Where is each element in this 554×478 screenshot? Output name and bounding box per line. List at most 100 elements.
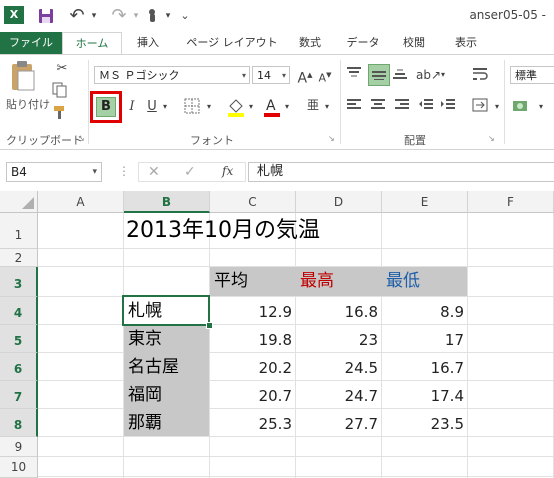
high-cell[interactable]: 27.7 (296, 409, 382, 437)
high-cell[interactable]: 16.8 (296, 297, 382, 325)
tab-view[interactable]: 表示 (446, 32, 486, 54)
low-cell[interactable]: 17 (382, 325, 468, 353)
clipboard-launcher-icon[interactable]: ↘ (78, 134, 85, 143)
font-size-combo[interactable]: 14 ▾ (252, 66, 290, 84)
italic-button[interactable]: I (124, 98, 140, 116)
tab-page-layout[interactable]: ページ レイアウト (176, 32, 288, 54)
high-cell[interactable]: 23 (296, 325, 382, 353)
low-cell[interactable]: 17.4 (382, 381, 468, 409)
redo-icon[interactable]: ↷ (108, 6, 130, 26)
row-header-2[interactable]: 2 (0, 249, 38, 267)
wrap-text-icon[interactable] (472, 66, 492, 84)
row-header-7[interactable]: 7 (0, 381, 38, 409)
underline-button[interactable]: U (144, 98, 160, 116)
increase-indent-icon[interactable] (440, 98, 460, 116)
fill-handle[interactable] (206, 322, 213, 329)
column-header-a[interactable]: A (38, 191, 124, 213)
tab-file[interactable]: ファイル (0, 32, 62, 54)
row-header-4[interactable]: 4 (0, 297, 38, 325)
save-icon[interactable] (36, 6, 56, 26)
format-painter-icon[interactable] (52, 104, 72, 122)
row-header-1[interactable]: 1 (0, 213, 38, 249)
row-header-8[interactable]: 8 (0, 409, 38, 437)
phonetic-dropdown-icon[interactable]: ▾ (322, 98, 332, 116)
customize-qat-icon[interactable]: ⌄ (178, 6, 192, 26)
font-name-combo[interactable]: ＭＳ Ｐゴシック ▾ (94, 66, 250, 84)
row-header-9[interactable]: 9 (0, 437, 38, 457)
row-header-3[interactable]: 3 (0, 267, 38, 297)
font-launcher-icon[interactable]: ↘ (328, 134, 335, 143)
avg-cell[interactable]: 19.8 (210, 325, 296, 353)
fill-color-icon[interactable] (226, 96, 246, 118)
tab-insert[interactable]: 挿入 (126, 32, 170, 54)
low-cell[interactable]: 16.7 (382, 353, 468, 381)
touch-dropdown-icon[interactable]: ▾ (162, 6, 174, 26)
phonetic-guide-icon[interactable]: 亜 (304, 96, 322, 114)
copy-icon[interactable] (52, 82, 72, 100)
alignment-launcher-icon[interactable]: ↘ (488, 134, 495, 143)
high-cell[interactable]: 24.7 (296, 381, 382, 409)
select-all-corner[interactable] (0, 191, 38, 213)
column-header-d[interactable]: D (296, 191, 382, 213)
header-avg-cell[interactable]: 平均 (210, 267, 296, 296)
grow-font-icon[interactable]: A▲ (296, 66, 314, 87)
number-format-combo[interactable]: 標準 (510, 66, 554, 84)
row-header-5[interactable]: 5 (0, 325, 38, 353)
city-cell[interactable]: 名古屋 (124, 353, 210, 381)
formula-input[interactable]: 札幌 (248, 162, 554, 182)
column-header-b[interactable]: B (124, 191, 210, 213)
paste-button[interactable]: 貼り付け (6, 96, 50, 112)
merge-center-icon[interactable] (472, 98, 492, 116)
tab-data[interactable]: データ (338, 32, 388, 54)
shrink-font-icon[interactable]: A▼ (316, 66, 334, 85)
low-cell[interactable]: 8.9 (382, 297, 468, 325)
cut-icon[interactable]: ✂ (52, 60, 72, 78)
borders-dropdown-icon[interactable]: ▾ (204, 98, 214, 116)
tab-review[interactable]: 校閲 (394, 32, 434, 54)
bold-button[interactable]: B (96, 97, 116, 117)
orientation-dropdown-icon[interactable]: ▾ (438, 66, 448, 84)
city-cell[interactable]: 東京 (124, 325, 210, 353)
header-high-cell[interactable]: 最高 (296, 267, 382, 296)
paste-icon[interactable] (10, 60, 36, 92)
merge-dropdown-icon[interactable]: ▾ (492, 98, 502, 116)
name-box[interactable]: B4 ▾ (6, 162, 102, 182)
font-color-icon[interactable]: A (262, 96, 282, 118)
enter-icon[interactable]: ✓ (184, 164, 196, 180)
orientation-icon[interactable]: ab↗ (416, 64, 441, 86)
avg-cell[interactable]: 25.3 (210, 409, 296, 437)
align-bottom-icon[interactable] (392, 66, 412, 84)
cancel-icon[interactable]: ✕ (148, 164, 160, 180)
underline-dropdown-icon[interactable]: ▾ (160, 98, 170, 116)
align-center-icon[interactable] (370, 98, 390, 116)
high-cell[interactable]: 24.5 (296, 353, 382, 381)
column-header-c[interactable]: C (210, 191, 296, 213)
city-cell[interactable]: 福岡 (124, 381, 210, 409)
row-header-10[interactable]: 10 (0, 457, 38, 478)
city-cell[interactable]: 那覇 (124, 409, 210, 437)
accounting-format-icon[interactable] (512, 98, 536, 116)
undo-icon[interactable]: ↶ (66, 6, 88, 26)
avg-cell[interactable]: 12.9 (210, 297, 296, 325)
avg-cell[interactable]: 20.2 (210, 353, 296, 381)
column-header-e[interactable]: E (382, 191, 468, 213)
align-middle-icon[interactable] (368, 64, 390, 86)
row-header-6[interactable]: 6 (0, 353, 38, 381)
tab-formulas[interactable]: 数式 (290, 32, 330, 54)
align-right-icon[interactable] (394, 98, 414, 116)
align-top-icon[interactable] (346, 66, 366, 84)
accounting-dropdown-icon[interactable]: ▾ (536, 98, 546, 116)
sheet-title-cell[interactable]: 2013年10月の気温 (126, 215, 320, 247)
excel-app-icon[interactable]: X (4, 6, 24, 24)
header-low-cell[interactable]: 最低 (382, 267, 468, 296)
city-cell[interactable]: 札幌 (124, 297, 210, 325)
fill-color-dropdown-icon[interactable]: ▾ (246, 98, 256, 116)
undo-dropdown-icon[interactable]: ▾ (88, 6, 100, 26)
redo-dropdown-icon[interactable]: ▾ (130, 6, 142, 26)
column-header-f[interactable]: F (468, 191, 554, 213)
align-left-icon[interactable] (346, 98, 366, 116)
avg-cell[interactable]: 20.7 (210, 381, 296, 409)
touch-mode-icon[interactable] (144, 6, 162, 26)
font-color-dropdown-icon[interactable]: ▾ (282, 98, 292, 116)
tab-home[interactable]: ホーム (62, 32, 122, 55)
